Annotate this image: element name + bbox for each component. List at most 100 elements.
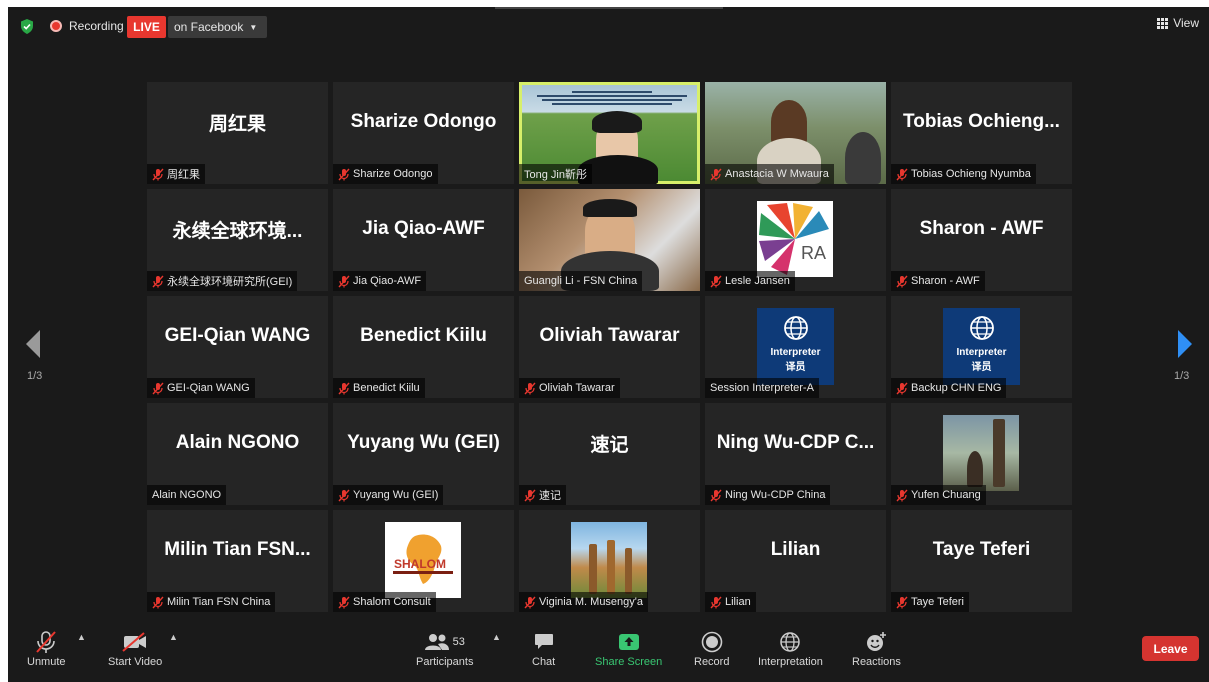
participant-tile[interactable]: Jia Qiao-AWF Jia Qiao-AWF (333, 189, 514, 291)
participant-display-name: 速记 (590, 434, 629, 456)
next-page-arrow-icon[interactable] (1177, 329, 1193, 359)
share-screen-label: Share Screen (595, 656, 663, 668)
participant-tile[interactable]: Taye Teferi Taye Teferi (891, 510, 1072, 612)
participant-display-name: Sharize Odongo (350, 111, 497, 132)
participant-tile[interactable]: Anastacia W Mwaura (705, 82, 886, 184)
reactions-button[interactable]: Reactions (852, 628, 901, 668)
participants-options-caret-icon[interactable]: ▲ (492, 632, 501, 642)
live-badge[interactable]: LIVE (127, 16, 166, 38)
participant-name: Yuyang Wu (GEI) (353, 489, 439, 501)
participant-name: Tong Jin靳彤 (524, 169, 587, 181)
participant-name-label: Tobias Ochieng Nyumba (891, 164, 1036, 184)
recording-label[interactable]: Recording (69, 19, 124, 33)
microphone-muted-icon (338, 275, 350, 287)
page-indicator-right: 1/3 (1174, 370, 1190, 382)
page-indicator-left: 1/3 (27, 370, 43, 382)
participant-name: 永续全球环境研究所(GEI) (167, 276, 293, 288)
participant-tile[interactable]: GEI-Qian WANG GEI-Qian WANG (147, 296, 328, 398)
video-options-caret-icon[interactable]: ▲ (169, 632, 178, 642)
participant-display-name: Oliviah Tawarar (539, 325, 680, 346)
previous-page-arrow-icon[interactable] (25, 329, 41, 359)
participant-display-name: Alain NGONO (175, 432, 300, 453)
participant-tile[interactable]: Yufen Chuang (891, 403, 1072, 505)
zoom-window: Recording LIVE on Facebook ▼ View 周红果 周红果… (8, 7, 1209, 682)
interpretation-button[interactable]: Interpretation (758, 628, 823, 668)
record-button[interactable]: Record (694, 628, 729, 668)
record-label: Record (694, 656, 730, 668)
participant-name-label: Backup CHN ENG (891, 378, 1007, 398)
reactions-label: Reactions (852, 656, 901, 668)
participants-label: Participants (416, 656, 474, 668)
participant-display-name: 永续全球环境... (172, 220, 303, 242)
microphone-muted-icon (896, 382, 908, 394)
participant-tile[interactable]: Lilian Lilian (705, 510, 886, 612)
participant-tile[interactable]: Sharon - AWF Sharon - AWF (891, 189, 1072, 291)
participant-name-label: Session Interpreter-A (705, 378, 819, 398)
leave-button[interactable]: Leave (1142, 636, 1199, 661)
participant-name: Anastacia W Mwaura (725, 168, 829, 180)
shield-check-icon[interactable] (20, 19, 34, 34)
participant-tile[interactable]: Interpreter 译员 Session Interpreter-A (705, 296, 886, 398)
participant-tile[interactable]: Tong Jin靳彤 (519, 82, 700, 184)
participant-display-name: Benedict Kiilu (360, 325, 487, 346)
interpreter-text-chinese: 译员 (971, 362, 992, 373)
participant-tile[interactable]: Yuyang Wu (GEI) Yuyang Wu (GEI) (333, 403, 514, 505)
participant-tile[interactable]: Viginia M. Musengy'a (519, 510, 700, 612)
participant-tile[interactable]: Benedict Kiilu Benedict Kiilu (333, 296, 514, 398)
participant-tile[interactable]: Oliviah Tawarar Oliviah Tawarar (519, 296, 700, 398)
participant-display-name: Milin Tian FSN... (164, 539, 311, 560)
unmute-label: Unmute (27, 656, 66, 668)
participant-name: Oliviah Tawarar (539, 382, 615, 394)
live-destination-dropdown[interactable]: on Facebook ▼ (168, 16, 268, 38)
participant-display-name: Taye Teferi (932, 539, 1031, 560)
participant-tile[interactable]: SHALOM Shalom Consult (333, 510, 514, 612)
profile-photo (571, 522, 647, 598)
interpreter-text: Interpreter (770, 347, 821, 358)
participant-name-label: Lesle Jansen (705, 271, 795, 291)
interpreter-text: Interpreter (956, 347, 1007, 358)
participants-button[interactable]: 53 Participants (416, 628, 473, 668)
participant-tile[interactable]: RA Lesle Jansen (705, 189, 886, 291)
participant-tile[interactable]: Milin Tian FSN... Milin Tian FSN China (147, 510, 328, 612)
top-bar: Recording LIVE on Facebook ▼ View (8, 7, 1209, 45)
start-video-button[interactable]: Start Video (108, 628, 162, 668)
participant-name: Lesle Jansen (725, 275, 790, 287)
participant-name-label: Tong Jin靳彤 (519, 164, 592, 184)
microphone-muted-icon (338, 596, 350, 608)
participant-name-label: Oliviah Tawarar (519, 378, 620, 398)
participant-display-name: Sharon - AWF (919, 218, 1044, 239)
participant-tile[interactable]: 周红果 周红果 (147, 82, 328, 184)
meeting-toolbar: Unmute ▲ Start Video ▲ 53 Participants ▲… (8, 620, 1209, 682)
microphone-muted-icon (896, 168, 908, 180)
unmute-button[interactable]: Unmute (27, 628, 66, 668)
participant-tile[interactable]: Ning Wu-CDP C... Ning Wu-CDP China (705, 403, 886, 505)
participant-tile[interactable]: Alain NGONO Alain NGONO (147, 403, 328, 505)
video-camera-off-icon (122, 632, 147, 652)
participant-name-label: Shalom Consult (333, 592, 436, 612)
participant-tile[interactable]: Guangli Li - FSN China (519, 189, 700, 291)
ra-logo: RA (757, 201, 833, 277)
participant-tile[interactable]: Sharize Odongo Sharize Odongo (333, 82, 514, 184)
participant-display-name: Lilian (770, 539, 821, 560)
participant-name-label: GEI-Qian WANG (147, 378, 255, 398)
participant-tile[interactable]: 永续全球环境... 永续全球环境研究所(GEI) (147, 189, 328, 291)
participants-icon (424, 634, 449, 650)
participant-name-label: Ning Wu-CDP China (705, 485, 831, 505)
chat-button[interactable]: Chat (532, 628, 555, 668)
participant-name-label: Yufen Chuang (891, 485, 986, 505)
audio-options-caret-icon[interactable]: ▲ (77, 632, 86, 642)
record-icon (701, 631, 723, 653)
participant-tile[interactable]: 速记 速记 (519, 403, 700, 505)
view-button[interactable]: View (1157, 16, 1199, 30)
participant-name-label: Viginia M. Musengy'a (519, 592, 649, 612)
participant-name: Sharon - AWF (911, 275, 980, 287)
participant-name-label: 周红果 (147, 164, 205, 184)
live-destination-label: on Facebook (174, 20, 244, 34)
chat-bubble-icon (534, 634, 553, 649)
participant-tile[interactable]: Tobias Ochieng... Tobias Ochieng Nyumba (891, 82, 1072, 184)
share-screen-button[interactable]: Share Screen (595, 628, 662, 668)
participant-name: Ning Wu-CDP China (725, 489, 826, 501)
interpreter-avatar: Interpreter 译员 (757, 308, 834, 385)
participant-name: 周红果 (167, 169, 200, 181)
participant-tile[interactable]: Interpreter 译员 Backup CHN ENG (891, 296, 1072, 398)
